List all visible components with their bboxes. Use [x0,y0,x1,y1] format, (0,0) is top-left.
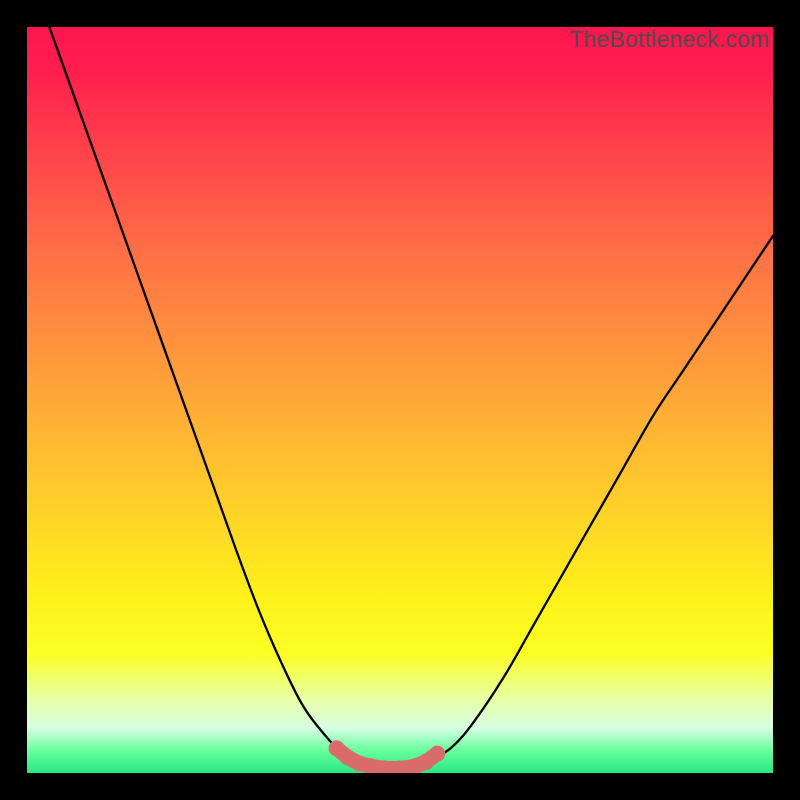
plot-area [27,27,773,773]
chart-svg [27,27,773,773]
valley-marker-point [429,746,445,762]
curve-group [49,27,773,769]
watermark-text: TheBottleneck.com [570,26,770,53]
chart-frame: TheBottleneck.com [0,0,800,800]
bottleneck-curve [49,27,773,769]
valley-markers [329,740,446,773]
